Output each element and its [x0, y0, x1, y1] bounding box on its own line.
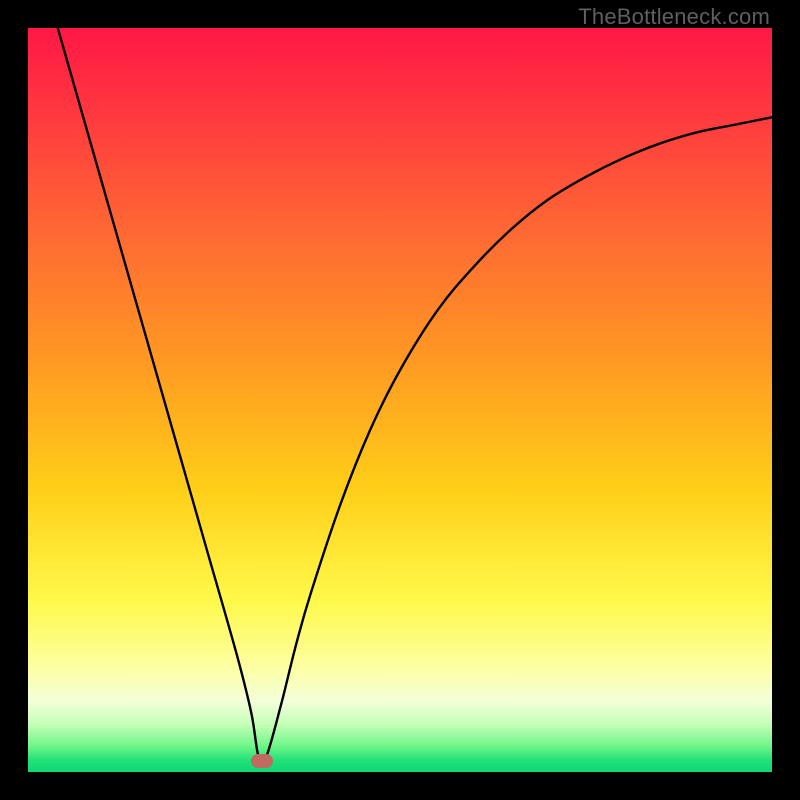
chart-area	[28, 28, 772, 772]
chart-background-gradient	[28, 28, 772, 772]
chart-marker	[251, 754, 273, 768]
watermark-text: TheBottleneck.com	[578, 4, 770, 30]
